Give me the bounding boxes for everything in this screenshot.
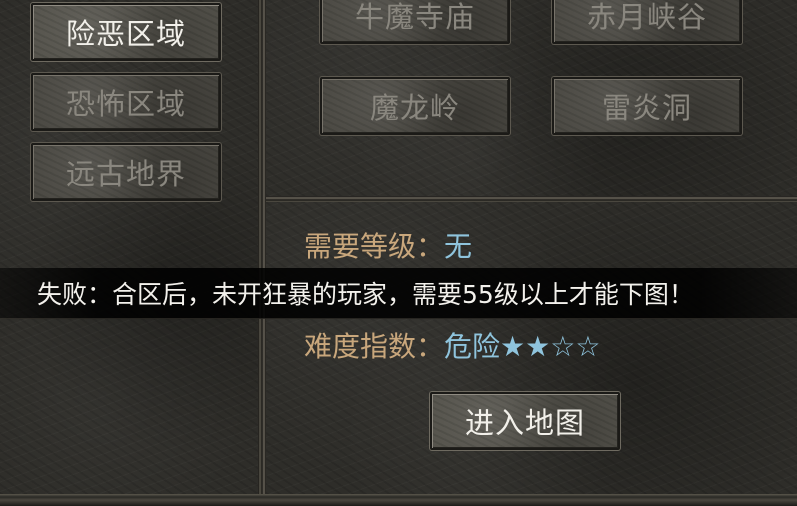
required-level-value: 无 — [444, 230, 473, 263]
difficulty-row: 难度指数：危险★★☆☆ — [304, 325, 600, 365]
region-tab-label: 险恶区域 — [65, 17, 186, 51]
difficulty-value: 危险 — [444, 330, 501, 363]
difficulty-stars-icon: ★★☆☆ — [500, 330, 601, 363]
required-level-label: 需要等级： — [304, 230, 445, 263]
toast-message: 失败：合区后，未开狂暴的玩家，需要55级以上才能下图！ — [37, 280, 694, 309]
region-tab-label: 恐怖区域 — [65, 87, 186, 121]
difficulty-label: 难度指数： — [304, 330, 445, 363]
map-button-thunder-flame-cave[interactable]: 雷炎洞 — [552, 77, 742, 135]
map-button-red-moon-canyon[interactable]: 赤月峡谷 — [552, 0, 742, 44]
map-button-bull-demon-temple[interactable]: 牛魔寺庙 — [320, 0, 510, 44]
map-button-demon-dragon-ridge[interactable]: 魔龙岭 — [320, 77, 510, 135]
map-button-label: 赤月峡谷 — [586, 0, 707, 34]
map-button-label: 牛魔寺庙 — [354, 0, 475, 34]
failure-toast: 失败：合区后，未开狂暴的玩家，需要55级以上才能下图！ — [0, 268, 797, 319]
map-button-label: 魔龙岭 — [369, 91, 460, 125]
map-button-label: 雷炎洞 — [601, 91, 692, 125]
region-tab-terror[interactable]: 恐怖区域 — [31, 73, 221, 131]
enter-map-button[interactable]: 进入地图 — [430, 392, 620, 450]
region-tab-dangerous[interactable]: 险恶区域 — [31, 3, 221, 61]
required-level-row: 需要等级：无 — [304, 225, 472, 265]
enter-map-label: 进入地图 — [464, 406, 585, 440]
bottom-frame — [0, 494, 797, 506]
region-tab-ancient[interactable]: 远古地界 — [31, 143, 221, 201]
vertical-divider — [258, 0, 266, 494]
region-tab-label: 远古地界 — [65, 157, 186, 191]
